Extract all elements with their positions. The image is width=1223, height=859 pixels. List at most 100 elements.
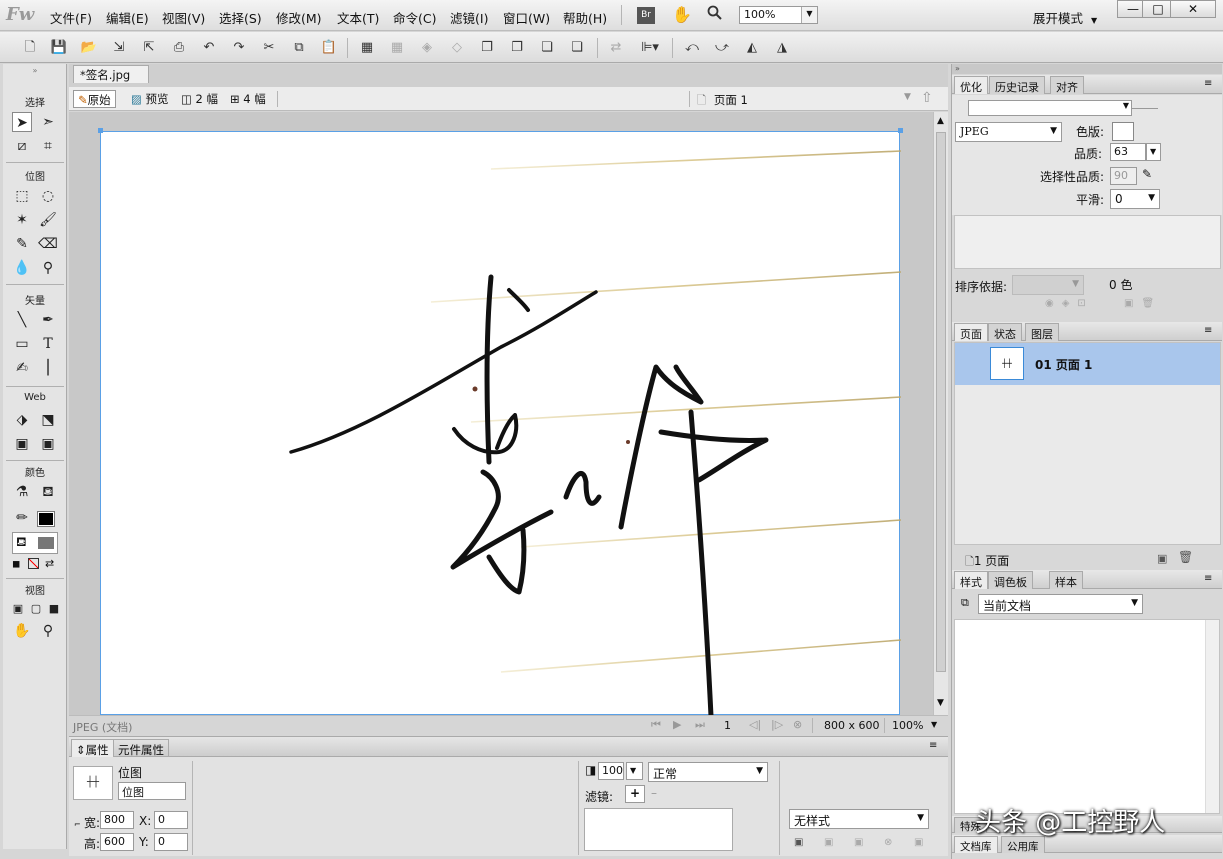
format-select[interactable]: JPEG ▼ xyxy=(955,122,1062,142)
menu-text[interactable]: 文本(T) xyxy=(337,8,379,27)
canvas[interactable] xyxy=(100,131,902,719)
rotate-left-icon[interactable]: ⤺ xyxy=(683,39,701,56)
new-style-icon[interactable]: ▣ xyxy=(794,837,803,848)
hide-hotspots-icon[interactable]: ▣ xyxy=(12,434,32,454)
marquee-tool-icon[interactable]: ⬚ xyxy=(12,186,32,206)
view-2up-button[interactable]: ◫ 2 幅 xyxy=(177,90,222,108)
color-table-actions[interactable]: ▣🗑 xyxy=(1124,298,1162,309)
ungroup-icon[interactable]: ▦ xyxy=(388,39,406,56)
close-button[interactable]: ✕ xyxy=(1170,0,1216,18)
smooth-select[interactable]: 0 ▼ xyxy=(1110,189,1160,209)
remove-filter-button[interactable]: – xyxy=(651,786,657,800)
stroke-color-swatch[interactable] xyxy=(37,511,55,527)
opacity-dropdown-icon[interactable]: ▼ xyxy=(626,762,643,780)
brush-tool-icon[interactable]: 🖌 xyxy=(38,210,58,230)
upload-icon[interactable]: ⇧ xyxy=(921,90,933,106)
tab-align[interactable]: 对齐 xyxy=(1050,76,1084,94)
play-icon[interactable]: ▶ xyxy=(673,718,681,731)
blend-mode-select[interactable]: 正常 ▼ xyxy=(648,762,768,782)
new-page-icon[interactable]: ▣ xyxy=(1157,552,1167,565)
style-options-icon[interactable]: ▣ xyxy=(914,837,923,848)
width-input[interactable]: 800 xyxy=(100,811,134,829)
rectangle-tool-icon[interactable]: ▭ xyxy=(12,334,32,354)
eraser-tool-icon[interactable]: ⌫ xyxy=(38,234,58,254)
tab-states[interactable]: 状态 xyxy=(988,323,1022,341)
bring-front-icon[interactable]: ❐ xyxy=(478,39,496,56)
page-row-selected[interactable]: ┼┼ 01 页面 1 xyxy=(955,343,1220,385)
redefine-style-icon[interactable]: ▣ xyxy=(824,837,833,848)
menu-window[interactable]: 窗口(W) xyxy=(503,8,550,27)
sort-by-select[interactable]: ▼ xyxy=(1012,275,1084,295)
scrollbar-thumb[interactable] xyxy=(936,132,946,672)
document-tab[interactable]: *签名.jpg ✕ xyxy=(73,65,149,97)
panel-menu-icon[interactable]: ≡ xyxy=(1204,573,1212,584)
delete-style-icon[interactable]: ⊗ xyxy=(884,837,892,848)
default-colors-icon[interactable]: ◼ xyxy=(12,559,20,570)
edit-icon[interactable]: ✎ xyxy=(1142,167,1152,181)
fill-color-box[interactable]: ⛾ xyxy=(12,532,58,554)
join-icon[interactable]: ◈ xyxy=(418,39,436,56)
cut-icon[interactable]: ✂ xyxy=(260,39,278,56)
flip-horizontal-icon[interactable]: ◭ xyxy=(743,39,761,56)
stroke-color-icon[interactable]: ✏ xyxy=(12,508,32,528)
prev-frame-icon[interactable]: ◁| xyxy=(749,718,761,731)
bridge-icon[interactable]: Br xyxy=(637,7,655,24)
style-select[interactable]: 无样式 ▼ xyxy=(789,809,929,829)
scroll-down-icon[interactable]: ▼ xyxy=(937,698,944,708)
y-input[interactable]: 0 xyxy=(154,833,188,851)
zoom-icon[interactable] xyxy=(707,5,723,25)
flip-vertical-icon[interactable]: ◮ xyxy=(773,39,791,56)
tab-properties[interactable]: ⇕属性 xyxy=(71,739,114,757)
color-table-actions[interactable]: ◉◈⊡ xyxy=(1045,298,1094,309)
tab-samples[interactable]: 样本 xyxy=(1049,571,1083,589)
split-icon[interactable]: ◇ xyxy=(448,39,466,56)
print-icon[interactable]: ⎙ xyxy=(170,39,188,56)
panel-menu-icon[interactable]: ≡ xyxy=(1204,325,1212,336)
style-source-select[interactable]: 当前文档 ▼ xyxy=(978,594,1143,614)
scale-tool-icon[interactable]: ⧄ xyxy=(12,136,32,156)
tab-symbol-properties[interactable]: 元件属性 xyxy=(113,739,169,757)
tab-optimize[interactable]: 优化 xyxy=(954,76,988,94)
link-icon[interactable]: ⌐ xyxy=(74,820,81,829)
hand-icon[interactable]: ✋ xyxy=(672,5,692,24)
chevron-down-icon[interactable]: ▼ xyxy=(931,720,937,729)
copy-icon[interactable]: ⧉ xyxy=(290,39,308,56)
paste-icon[interactable]: 📋 xyxy=(320,39,338,56)
expand-mode-menu[interactable]: 展开模式 ▼ xyxy=(1033,8,1097,27)
redo-icon[interactable]: ↷ xyxy=(230,39,248,56)
show-hotspots-icon[interactable]: ▣ xyxy=(38,434,58,454)
knife-tool-icon[interactable]: ⎮ xyxy=(38,358,58,378)
view-4up-button[interactable]: ⊞ 4 幅 xyxy=(226,90,270,108)
send-back-icon[interactable]: ❏ xyxy=(568,39,586,56)
styles-scrollbar[interactable] xyxy=(1205,620,1219,813)
view-original-button[interactable]: ✎原始 xyxy=(73,90,116,108)
menu-edit[interactable]: 编辑(E) xyxy=(106,8,149,27)
scroll-up-icon[interactable]: ▲ xyxy=(937,116,944,126)
break-style-icon[interactable]: ▣ xyxy=(854,837,863,848)
quality-input[interactable]: 63 xyxy=(1110,143,1146,161)
no-color-icon[interactable] xyxy=(28,558,39,569)
eyedropper-tool-icon[interactable]: ⚗ xyxy=(12,482,32,502)
menu-filter[interactable]: 滤镜(I) xyxy=(450,8,488,27)
menu-select[interactable]: 选择(S) xyxy=(219,8,262,27)
selection-handle[interactable] xyxy=(898,128,903,133)
filters-list[interactable] xyxy=(584,808,733,851)
swap-colors-icon[interactable]: ⇄ xyxy=(45,557,54,570)
open-icon[interactable]: 📂 xyxy=(80,39,98,56)
zoom-select[interactable]: 100% ▼ xyxy=(739,6,818,24)
crop-tool-icon[interactable]: ⌗ xyxy=(38,136,58,156)
styles-list[interactable] xyxy=(954,619,1220,814)
view-preview-button[interactable]: ▨ 预览 xyxy=(127,90,173,108)
fullscreen-icon[interactable]: ■ xyxy=(44,599,64,619)
align-icon[interactable]: ⊫▾ xyxy=(637,39,663,56)
chevron-down-icon[interactable]: ▼ xyxy=(904,92,911,102)
pencil-tool-icon[interactable]: ✎ xyxy=(12,234,32,254)
import-icon[interactable]: ⇲ xyxy=(110,39,128,56)
tab-swatches[interactable]: 调色板 xyxy=(988,571,1033,589)
preset-select[interactable]: ▼ xyxy=(968,100,1132,116)
quality-dropdown-icon[interactable]: ▼ xyxy=(1146,143,1161,161)
status-zoom[interactable]: 100% xyxy=(892,719,923,732)
selection-handle[interactable] xyxy=(98,128,103,133)
next-frame-icon[interactable]: |▷ xyxy=(771,718,783,731)
text-tool-icon[interactable]: T xyxy=(38,334,58,354)
